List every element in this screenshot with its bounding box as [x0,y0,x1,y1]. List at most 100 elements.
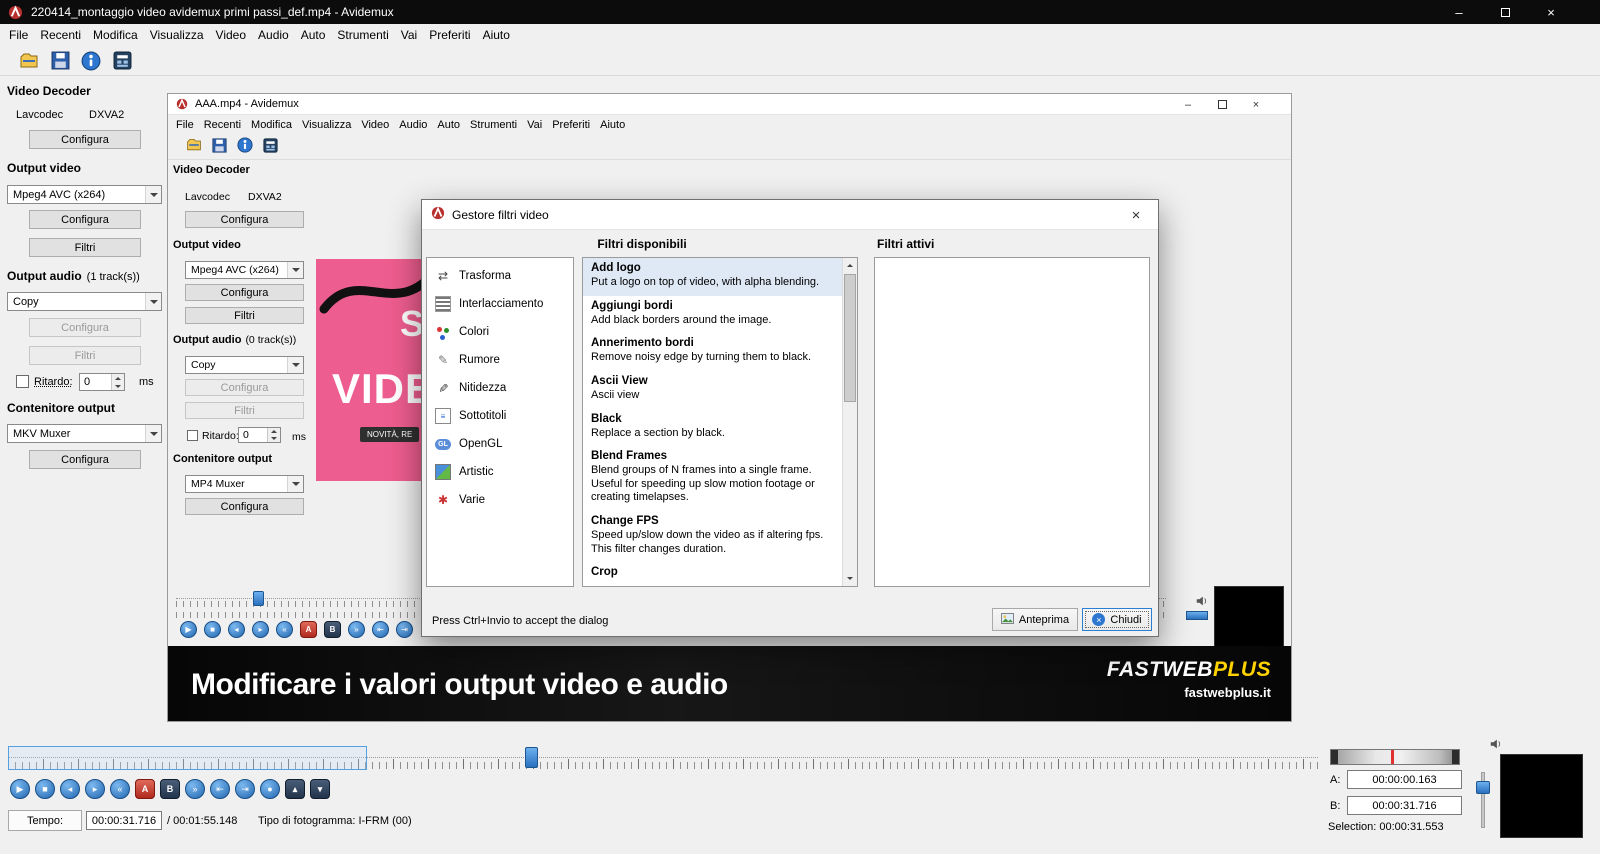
minimize-button[interactable]: – [1436,0,1482,24]
video-configure-button[interactable]: Configura [29,210,141,229]
menu-item-audio[interactable]: Audio [252,25,295,45]
chevron-down-icon [287,262,303,278]
chevron-down-icon [145,425,161,442]
chevron-down-icon [287,476,303,492]
volume-icon [1195,594,1209,611]
video-codec-value: Mpeg4 AVC (x264) [8,186,145,203]
timeline-handle [253,591,264,606]
menu-item-visualizza[interactable]: Visualizza [144,25,210,45]
marker-a-time: 00:00:00.163 [1347,770,1462,789]
brand-plus: PLUS [1213,658,1271,681]
volume-icon [1489,737,1503,754]
inner-video-codec-select: Mpeg4 AVC (x264) [185,261,304,279]
main-timeline[interactable] [8,746,1318,771]
muxer-configure-button[interactable]: Configura [29,450,141,469]
scroll-down-icon [843,571,857,586]
menu-item-preferiti[interactable]: Preferiti [423,25,476,45]
inner-menu-item-vai: Vai [522,117,547,133]
menu-item-aiuto[interactable]: Aiuto [477,25,516,45]
delay-checkbox[interactable] [16,375,29,388]
shuttle-cap-right [1452,750,1459,764]
delay-spinner[interactable]: 0 [79,373,125,391]
frame-type-label: Tipo di fotogramma: I-FRM (00) [258,815,412,827]
filter-desc: Replace a section by black. [591,427,834,441]
tempo-button[interactable]: Tempo: [8,810,82,831]
filter-category-nitidezza: Nitidezza [427,374,573,402]
filter-name: Black [591,413,834,425]
video-filters-button[interactable]: Filtri [29,238,141,257]
menu-item-auto[interactable]: Auto [295,25,332,45]
shuttle-slider[interactable] [1330,749,1460,765]
video-codec-select[interactable]: Mpeg4 AVC (x264) [7,185,162,204]
maximize-button[interactable] [1482,0,1528,24]
first-frame-button[interactable]: ⇤ [210,779,230,799]
filter-item: Add logoPut a logo on top of video, with… [583,258,842,296]
subtitles-icon [435,408,451,424]
last-frame-button: ⇥ [396,621,413,638]
save-file-button[interactable] [49,50,71,72]
inner-delay-checkbox [187,430,198,441]
decoder-configure-button[interactable]: Configura [29,130,141,149]
marker-b-button[interactable]: B [160,779,180,799]
output-audio-heading: Output audio (1 track(s)) [7,269,140,283]
menu-item-video[interactable]: Video [210,25,252,45]
next-frame-button[interactable]: ▸ [85,779,105,799]
filter-desc: Put a logo on top of video, with alpha b… [591,276,834,290]
prev-black-frame-button[interactable]: ● [260,779,280,799]
filter-category-trasforma: ⇄Trasforma [427,262,573,290]
volume-slider-handle[interactable] [1476,781,1490,794]
shuttle-cap-left [1331,750,1338,764]
menu-item-strumenti[interactable]: Strumenti [331,25,394,45]
marker-b-label: B: [1330,800,1340,812]
open-file-button[interactable] [18,50,40,72]
marker-a-button[interactable]: A [135,779,155,799]
prev-keyframe-button[interactable]: « [110,779,130,799]
inner-audio-filters-button: Filtri [185,402,304,419]
preview-image-icon [1001,613,1014,627]
timeline-handle[interactable] [525,747,538,768]
last-frame-button[interactable]: ⇥ [235,779,255,799]
play-button[interactable]: ▶ [10,779,30,799]
chevron-down-icon [145,293,161,310]
goto-marker-b-button[interactable]: ▾ [310,779,330,799]
inner-window-titlebar: AAA.mp4 - Avidemux – × [168,94,1291,115]
inner-audio-codec-value: Copy [186,357,287,373]
goto-marker-a-button[interactable]: ▴ [285,779,305,799]
scrollbar-thumb [844,274,856,402]
inner-container-title: Contenitore output [173,453,272,465]
stop-button[interactable]: ■ [35,779,55,799]
colors-icon [435,324,451,340]
open-folder-icon [19,51,39,71]
audio-codec-select[interactable]: Copy [7,292,162,311]
close-button-label: Chiudi [1110,614,1141,626]
shuttle-marker[interactable] [1391,750,1394,764]
inner-delay-label: Ritardo: [202,430,239,442]
brand-fastweb: FASTWEB [1107,658,1213,681]
calculator-button[interactable] [111,50,133,72]
inner-audio-codec-select: Copy [185,356,304,374]
avidemux-logo-icon [8,5,23,20]
decoder-hw: DXVA2 [89,109,124,121]
video-decoder-title: Video Decoder [7,84,91,98]
menu-item-file[interactable]: File [3,25,34,45]
timeline-selection-region [8,746,367,770]
next-keyframe-button[interactable]: » [185,779,205,799]
available-filters-header: Filtri disponibili [426,237,858,251]
menu-item-recenti[interactable]: Recenti [34,25,87,45]
muxer-select[interactable]: MKV Muxer [7,424,162,443]
prev-frame-button[interactable]: ◂ [60,779,80,799]
close-button[interactable]: × [1528,0,1574,24]
menu-item-vai[interactable]: Vai [395,25,423,45]
menu-item-modifica[interactable]: Modifica [87,25,144,45]
current-time-field[interactable]: 00:00:31.716 [86,811,162,830]
filter-desc: Blend groups of N frames into a single f… [591,464,834,505]
spinner-arrows[interactable] [111,374,124,390]
inner-decoder-name: Lavcodec [185,191,230,203]
inner-menu-item-preferiti: Preferiti [547,117,595,133]
avidemux-logo-icon [176,98,188,110]
filter-category-list: ⇄TrasformaInterlacciamentoColoriRumoreNi… [426,257,574,587]
audio-codec-value: Copy [8,293,145,310]
filter-desc: Add black borders around the image. [591,314,834,328]
audio-filters-button: Filtri [29,346,141,365]
info-button[interactable] [80,50,102,72]
